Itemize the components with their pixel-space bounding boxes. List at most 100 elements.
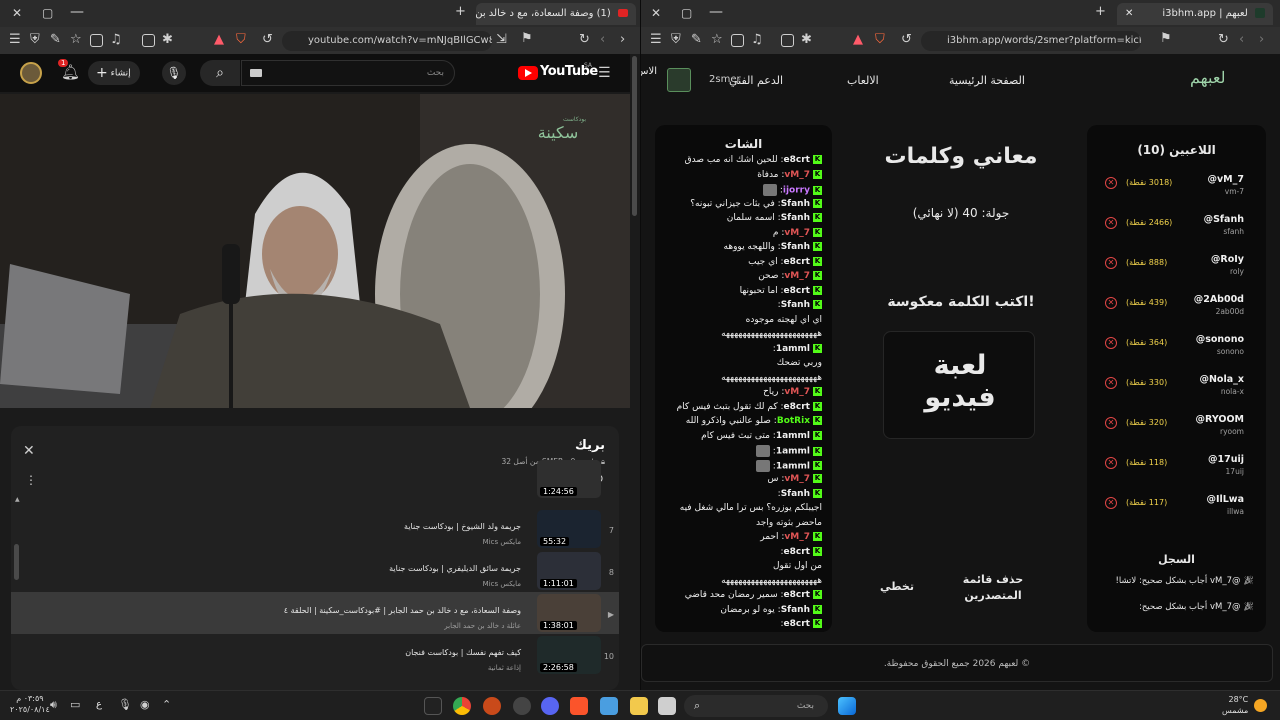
new-tab-icon[interactable]: + <box>1095 4 1106 19</box>
chat-username[interactable]: Sfanh <box>781 242 810 252</box>
minimize-icon[interactable]: — <box>709 4 723 20</box>
remove-player-icon[interactable]: ✕ <box>1105 457 1117 469</box>
music-icon[interactable]: ♫ <box>751 33 763 46</box>
nav-item-cut[interactable]: الاس <box>641 66 657 82</box>
shield-icon[interactable]: ⛨ <box>30 33 40 46</box>
playlist-item[interactable]: 1:38:01 وصفة السعادة، مع د خالد بن حمد ال… <box>11 592 619 634</box>
mic-icon[interactable]: 🎙︎ <box>162 61 186 85</box>
remove-player-icon[interactable]: ✕ <box>1105 257 1117 269</box>
video-title[interactable]: جريمة سائق الديليفري | بودكاست جناية <box>389 564 521 573</box>
puzzle-icon[interactable]: ✱ <box>801 33 812 46</box>
chat-username[interactable]: 1amml <box>776 344 810 354</box>
chat-username[interactable]: Sfanh <box>781 605 810 615</box>
sidebar-icon[interactable] <box>731 34 744 47</box>
chat-username[interactable]: 1amml <box>776 447 810 457</box>
chat-username[interactable]: e8crt <box>784 155 810 165</box>
file-explorer-icon[interactable] <box>630 697 648 715</box>
delete-leaderboard-button[interactable]: حذف قائمة المتصدرين <box>957 572 1029 604</box>
chat-username[interactable]: e8crt <box>784 547 810 557</box>
video-thumbnail[interactable]: 55:32 <box>537 510 601 548</box>
remove-player-icon[interactable]: ✕ <box>1105 497 1117 509</box>
extension-icon[interactable]: ✎ <box>691 33 702 46</box>
remove-player-icon[interactable]: ✕ <box>1105 217 1117 229</box>
windows-start-icon[interactable] <box>838 697 856 715</box>
youtube-logo-icon[interactable] <box>518 66 538 80</box>
chat-username[interactable]: vM_7 <box>784 387 810 397</box>
close-window-icon[interactable]: ✕ <box>651 6 661 20</box>
new-tab-icon[interactable]: + <box>455 4 466 19</box>
task-view-icon[interactable] <box>658 697 676 715</box>
minimize-icon[interactable]: — <box>70 4 84 20</box>
share-icon[interactable]: ↺ <box>262 33 273 46</box>
playlist-item[interactable]: 55:32 جريمة ولد الشيوخ | بودكاست جناية Mic… <box>11 508 619 550</box>
remove-player-icon[interactable]: ✕ <box>1105 337 1117 349</box>
keyboard-icon[interactable] <box>250 69 262 77</box>
chat-username[interactable]: e8crt <box>784 402 810 412</box>
weather-widget[interactable]: 28°C مشمس <box>1222 694 1248 716</box>
nav-home[interactable]: الصفحة الرئيسية <box>949 74 1025 87</box>
brave-shield-icon[interactable]: ⛉ <box>236 33 246 46</box>
playlist-item[interactable]: 2:26:58 كيف تفهم نفسك | بودكاست فنجان إذاع… <box>11 634 619 676</box>
mic-tray-icon[interactable]: 🎙︎ <box>118 699 132 710</box>
chat-username[interactable]: e8crt <box>784 590 810 600</box>
clock[interactable]: ٠٣:٥٩ م ٢٠٢٥/٠٨/١٤ <box>10 693 50 715</box>
star-icon[interactable]: ☆ <box>70 33 82 46</box>
chat-username[interactable]: vM_7 <box>784 170 810 180</box>
video-thumbnail[interactable]: 1:24:56 <box>537 460 601 498</box>
search-input[interactable]: بحث <box>241 60 455 86</box>
network-icon[interactable]: ▭ <box>70 699 80 710</box>
chat-username[interactable]: vM_7 <box>784 474 810 484</box>
music-icon[interactable]: ♫ <box>110 33 122 46</box>
chat-username[interactable]: Sfanh <box>781 199 810 209</box>
chat-username[interactable]: e8crt <box>784 619 810 629</box>
remove-player-icon[interactable]: ✕ <box>1105 417 1117 429</box>
app-icon[interactable] <box>483 697 501 715</box>
brave-rewards-icon[interactable]: ▲ <box>214 33 224 46</box>
taskbar-search[interactable]: بحث ⌕ <box>684 695 828 717</box>
menu-icon[interactable]: ☰ <box>9 33 21 46</box>
screenshot-icon[interactable] <box>142 34 155 47</box>
url-field[interactable]: youtube.com/watch?v=mNJqBIlGCw8&list=... <box>282 31 492 51</box>
chat-username[interactable]: ijorry <box>783 186 810 196</box>
url-field[interactable]: i3bhm.app/words/2smer?platform=kick <box>921 31 1141 51</box>
maximize-icon[interactable]: ▢ <box>681 6 692 20</box>
reload-icon[interactable]: ↻ <box>579 33 590 46</box>
skip-button[interactable]: تخطي <box>877 580 917 593</box>
bell-icon[interactable]: 🔔︎ <box>61 65 80 80</box>
tab-l3bhm[interactable]: لعبهم | i3bhm.app ✕ <box>1117 3 1273 25</box>
page-scrollbar[interactable] <box>632 56 637 216</box>
chat-username[interactable]: e8crt <box>784 286 810 296</box>
user-avatar[interactable] <box>667 68 691 92</box>
remove-player-icon[interactable]: ✕ <box>1105 177 1117 189</box>
tray-app-icon[interactable]: ◉ <box>140 699 150 710</box>
chat-username[interactable]: 1amml <box>776 461 810 471</box>
chat-username[interactable]: Sfanh <box>781 300 810 310</box>
puzzle-icon[interactable]: ✱ <box>162 33 173 46</box>
apps-grid-icon[interactable] <box>600 697 618 715</box>
chat-username[interactable]: vM_7 <box>784 228 810 238</box>
nav-support[interactable]: الدعم الفني <box>729 74 783 87</box>
chat-username[interactable]: BotRix <box>777 416 810 426</box>
chat-username[interactable]: e8crt <box>784 257 810 267</box>
search-button[interactable]: ⌕ <box>200 60 240 86</box>
video-player[interactable]: بودكاست سكينة <box>0 94 630 408</box>
forward-icon[interactable]: › <box>620 33 625 46</box>
remove-player-icon[interactable]: ✕ <box>1105 377 1117 389</box>
github-icon[interactable] <box>513 697 531 715</box>
chat-username[interactable]: Sfanh <box>781 213 810 223</box>
chat-username[interactable]: vM_7 <box>784 271 810 281</box>
share-icon[interactable]: ↺ <box>901 33 912 46</box>
hamburger-menu-icon[interactable]: ☰ <box>598 66 611 80</box>
brave-rewards-icon[interactable]: ▲ <box>853 33 863 46</box>
video-thumbnail[interactable]: 1:38:01 <box>537 594 601 632</box>
video-thumbnail[interactable]: 2:26:58 <box>537 636 601 674</box>
nav-games[interactable]: الالعاب <box>847 74 879 87</box>
avatar[interactable] <box>20 62 42 84</box>
screenshot-icon[interactable] <box>781 34 794 47</box>
back-icon[interactable]: ‹ <box>600 33 605 46</box>
video-title[interactable]: كيف تفهم نفسك | بودكاست فنجان <box>405 648 521 657</box>
star-icon[interactable]: ☆ <box>711 33 723 46</box>
maximize-icon[interactable]: ▢ <box>42 6 53 20</box>
site-logo[interactable]: لعبهم <box>1190 68 1225 87</box>
bookmark-icon[interactable]: ⚑ <box>521 32 533 45</box>
